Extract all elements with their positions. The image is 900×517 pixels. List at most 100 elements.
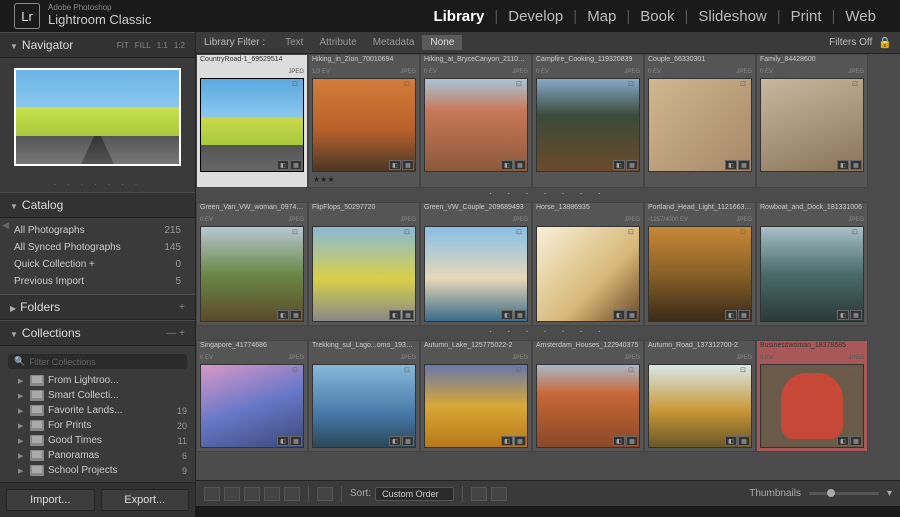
toolbar-chevron-icon[interactable]: ▾ <box>887 488 892 499</box>
thumbnail-size-slider[interactable] <box>809 492 879 495</box>
badge-icon[interactable]: ▦ <box>626 436 638 446</box>
badge-icon[interactable]: ▦ <box>514 310 526 320</box>
badge-icon[interactable]: ▦ <box>626 310 638 320</box>
navigator-preview[interactable] <box>14 68 181 166</box>
grid-cell[interactable]: Autumn_Road_137312700-2JPEG⊡◧▦ <box>644 340 756 452</box>
badge-icon[interactable]: ◧ <box>389 160 401 170</box>
collection-item[interactable]: ▶Good Times11 <box>0 433 195 448</box>
module-slideshow[interactable]: Slideshow <box>688 8 776 25</box>
badge-icon[interactable]: ▦ <box>514 160 526 170</box>
flag-pick-icon[interactable] <box>471 487 487 501</box>
grid-cell[interactable]: Green_VW_Couple_209689493JPEG⊡◧▦ <box>420 202 532 326</box>
export-button[interactable]: Export... <box>101 489 190 511</box>
zoom-FIT[interactable]: FIT <box>117 41 129 50</box>
filter-tab-text[interactable]: Text <box>277 35 311 50</box>
badge-icon[interactable]: ◧ <box>277 160 289 170</box>
badge-icon[interactable]: ◧ <box>389 436 401 446</box>
badge-icon[interactable]: ◧ <box>725 436 737 446</box>
badge-icon[interactable]: ◧ <box>613 436 625 446</box>
badge-icon[interactable]: ◧ <box>501 310 513 320</box>
badge-icon[interactable]: ▦ <box>514 436 526 446</box>
badge-icon[interactable]: ▦ <box>738 310 750 320</box>
grid-cell[interactable]: Amsterdam_Houses_122940375JPEG⊡◧▦ <box>532 340 644 452</box>
badge-icon[interactable]: ◧ <box>837 310 849 320</box>
module-book[interactable]: Book <box>630 8 684 25</box>
compare-view-icon[interactable] <box>244 487 260 501</box>
module-web[interactable]: Web <box>835 8 886 25</box>
catalog-item[interactable]: All Synced Photographs145 <box>0 239 195 256</box>
zoom-1:1[interactable]: 1:1 <box>157 41 168 50</box>
badge-icon[interactable]: ▦ <box>402 310 414 320</box>
module-develop[interactable]: Develop <box>498 8 573 25</box>
collection-item[interactable]: ▶Panoramas6 <box>0 448 195 463</box>
filters-off-label[interactable]: Filters Off <box>829 37 872 48</box>
catalog-header[interactable]: ▼Catalog <box>0 192 195 218</box>
collections-search[interactable]: 🔍 Filter Collections <box>8 354 187 369</box>
grid-cell[interactable]: Couple_663303010 EVJPEG⊡◧▦ <box>644 54 756 188</box>
grid-cell[interactable]: Portland_Head_Light_112166324-1257/4000 … <box>644 202 756 326</box>
collection-item[interactable]: ▶Smart Collecti... <box>0 388 195 403</box>
grid-cell[interactable]: Hiking_at_BryceCanyon_2110158700 EVJPEG⊡… <box>420 54 532 188</box>
grid-cell[interactable]: Campfire_Cooking_1193208390 EVJPEG⊡◧▦ <box>532 54 644 188</box>
grid-cell[interactable]: Green_Van_VW_woman_097417970 EVJPEG⊡◧▦ <box>196 202 308 326</box>
badge-icon[interactable]: ▦ <box>290 436 302 446</box>
grid-cell[interactable]: Businesswoman_183786850 EVJPEG⊡◧▦ <box>756 340 868 452</box>
badge-icon[interactable]: ◧ <box>837 160 849 170</box>
navigator-zoom[interactable]: FIT FILL 1:1 1:2 <box>117 41 185 50</box>
left-collapse-icon[interactable]: ◀ <box>2 220 9 231</box>
badge-icon[interactable]: ▦ <box>290 160 302 170</box>
collections-minus-icon[interactable]: — <box>166 328 176 339</box>
grid-cell[interactable]: Rowboat_and_Dock_181331006JPEG⊡◧▦ <box>756 202 868 326</box>
collection-item[interactable]: ▶For Prints20 <box>0 418 195 433</box>
cell-rating[interactable] <box>533 175 643 187</box>
badge-icon[interactable]: ◧ <box>277 310 289 320</box>
badge-icon[interactable]: ▦ <box>738 160 750 170</box>
badge-icon[interactable]: ◧ <box>389 310 401 320</box>
module-print[interactable]: Print <box>781 8 832 25</box>
badge-icon[interactable]: ▦ <box>402 436 414 446</box>
module-map[interactable]: Map <box>577 8 626 25</box>
module-library[interactable]: Library <box>423 8 494 25</box>
folders-header[interactable]: ▶Folders + <box>0 294 195 320</box>
grid-cell[interactable]: Hiking_in_Zion_700106941/3 EVJPEG⊡◧▦★★★ <box>308 54 420 188</box>
collections-header[interactable]: ▼Collections — + <box>0 320 195 346</box>
import-button[interactable]: Import... <box>6 489 95 511</box>
flag-reject-icon[interactable] <box>491 487 507 501</box>
filter-lock-icon[interactable]: 🔒 <box>878 36 892 49</box>
people-view-icon[interactable] <box>284 487 300 501</box>
catalog-item[interactable]: Quick Collection +0 <box>0 256 195 273</box>
badge-icon[interactable]: ◧ <box>501 436 513 446</box>
badge-icon[interactable]: ▦ <box>850 436 862 446</box>
badge-icon[interactable]: ◧ <box>725 160 737 170</box>
cell-rating[interactable]: ★★★ <box>309 175 419 187</box>
filter-tab-attribute[interactable]: Attribute <box>311 35 364 50</box>
painter-icon[interactable] <box>317 487 333 501</box>
badge-icon[interactable]: ◧ <box>501 160 513 170</box>
collections-add-icon[interactable]: + <box>179 328 185 339</box>
grid-cell[interactable]: Family_844286000 EVJPEG⊡◧▦ <box>756 54 868 188</box>
zoom-FILL[interactable]: FILL <box>135 41 151 50</box>
badge-icon[interactable]: ◧ <box>837 436 849 446</box>
grid-cell[interactable]: Trekking_sul_Lago...omo_193948254JPEG⊡◧▦ <box>308 340 420 452</box>
grid-view-icon[interactable] <box>204 487 220 501</box>
zoom-1:2[interactable]: 1:2 <box>174 41 185 50</box>
cell-rating[interactable] <box>197 175 307 187</box>
grid-cell[interactable]: CountryRoad-1_69529514JPEG⊡◧▦ <box>196 54 308 188</box>
badge-icon[interactable]: ◧ <box>725 310 737 320</box>
collection-item[interactable]: ▶From Lightroo... <box>0 373 195 388</box>
badge-icon[interactable]: ◧ <box>277 436 289 446</box>
grid-cell[interactable]: FlipFlops_50297720JPEG⊡◧▦ <box>308 202 420 326</box>
badge-icon[interactable]: ▦ <box>626 160 638 170</box>
grid-cell[interactable]: Horse_13886935JPEG⊡◧▦ <box>532 202 644 326</box>
catalog-item[interactable]: Previous Import5 <box>0 273 195 290</box>
sort-dropdown[interactable]: Custom Order <box>375 487 454 501</box>
navigator-header[interactable]: ▼Navigator FITFILL1:11:2 <box>0 32 195 58</box>
folders-add-icon[interactable]: + <box>179 302 185 313</box>
badge-icon[interactable]: ▦ <box>850 160 862 170</box>
cell-rating[interactable] <box>421 175 531 187</box>
collection-item[interactable]: ▶School Projects9 <box>0 463 195 478</box>
grid-cell[interactable]: Autumn_Lake_125775022-2JPEG⊡◧▦ <box>420 340 532 452</box>
grid-cell[interactable]: Singapore_417746860 EVJPEG⊡◧▦ <box>196 340 308 452</box>
badge-icon[interactable]: ◧ <box>613 160 625 170</box>
badge-icon[interactable]: ▦ <box>290 310 302 320</box>
